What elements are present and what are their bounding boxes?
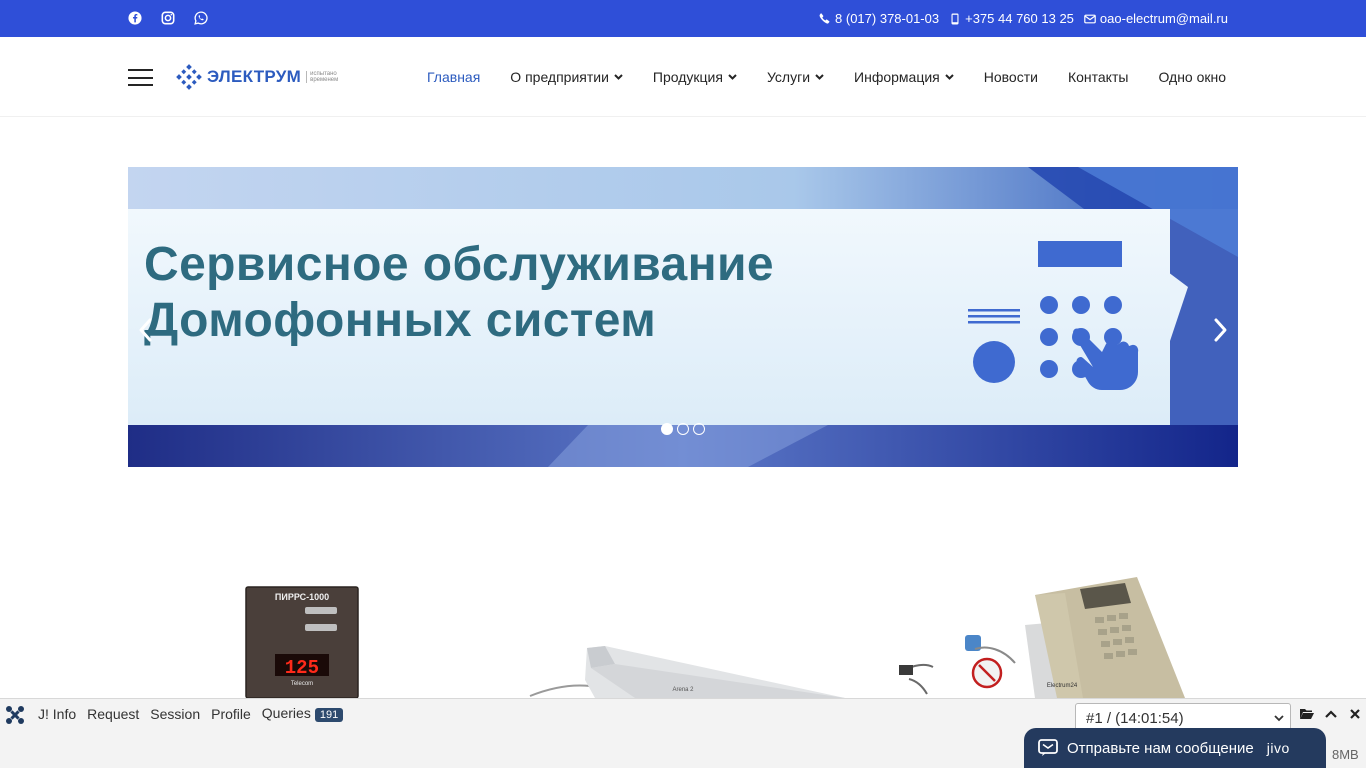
slide-title-line1: Сервисное обслуживание bbox=[144, 238, 775, 291]
device1-label: ПИРРС-1000 bbox=[275, 592, 329, 602]
chat-message-icon bbox=[1038, 739, 1058, 756]
email-contact[interactable]: oao-electrum@mail.ru bbox=[1084, 11, 1228, 26]
hamburger-menu-button[interactable] bbox=[128, 69, 153, 86]
nav-item-0[interactable]: Главная bbox=[427, 69, 480, 85]
main-nav: Главная О предприятии Продукция Услуги Инфор… bbox=[427, 69, 1226, 85]
nav-item-5[interactable]: Новости bbox=[984, 69, 1038, 85]
mobile-number: +375 44 760 13 25 bbox=[965, 11, 1074, 26]
device1-display: 125 bbox=[285, 657, 319, 679]
chevron-up-icon[interactable] bbox=[1323, 706, 1339, 722]
chevron-down-icon bbox=[815, 74, 824, 80]
debug-tab-session[interactable]: Session bbox=[150, 706, 200, 722]
logo-mark-icon bbox=[176, 64, 202, 90]
slide-title-line2: Домофонных систем bbox=[144, 294, 657, 347]
nav-item-4[interactable]: Информация bbox=[854, 69, 954, 85]
nav-item-7[interactable]: Одно окно bbox=[1158, 69, 1226, 85]
phone-icon bbox=[819, 12, 830, 24]
debug-tabs: J! Info Request Session Profile Queries 1… bbox=[38, 705, 344, 722]
debug-tab-profile[interactable]: Profile bbox=[211, 706, 251, 722]
chat-widget-button[interactable]: Отправьте нам сообщение jivo bbox=[1024, 728, 1326, 768]
chat-widget-label: Отправьте нам сообщение bbox=[1067, 739, 1254, 757]
pirrs-1000-device-image[interactable]: ПИРРС-1000 125 Telecom bbox=[245, 586, 359, 698]
debug-tab-queries-label: Queries bbox=[261, 705, 311, 721]
folder-open-icon[interactable] bbox=[1299, 706, 1315, 722]
device1-brand: Telecom bbox=[291, 681, 313, 687]
mobile-icon bbox=[951, 13, 959, 24]
top-bar: 8 (017) 378-01-03 +375 44 760 13 25 oao-… bbox=[0, 0, 1366, 37]
facebook-icon[interactable] bbox=[127, 10, 143, 26]
chevron-down-icon bbox=[1274, 715, 1284, 722]
slide-title: Сервисное обслуживание Домофонных систем bbox=[144, 237, 774, 349]
email-address: oao-electrum@mail.ru bbox=[1099, 11, 1228, 26]
nav-item-label: Информация bbox=[854, 69, 940, 85]
whatsapp-icon[interactable] bbox=[193, 10, 209, 26]
site-logo[interactable]: ЭЛЕКТРУМ испытано временем bbox=[176, 64, 346, 90]
close-icon[interactable] bbox=[1347, 706, 1363, 722]
device2-label: Arena 2 bbox=[672, 687, 694, 693]
device3-label: Electrum24 bbox=[1047, 683, 1078, 689]
debug-tab-info[interactable]: J! Info bbox=[38, 706, 76, 722]
phone-contact[interactable]: 8 (017) 378-01-03 bbox=[819, 11, 939, 26]
nav-item-label: Одно окно bbox=[1158, 69, 1227, 85]
debug-tab-request[interactable]: Request bbox=[87, 706, 139, 722]
request-select-value: #1 / (14:01:54) bbox=[1086, 710, 1184, 727]
nav-item-3[interactable]: Услуги bbox=[767, 69, 824, 85]
hero-slider: Сервисное обслуживание Домофонных систем bbox=[128, 167, 1238, 467]
slider-pagination bbox=[661, 423, 705, 435]
joomla-icon[interactable] bbox=[5, 705, 25, 725]
nav-item-2[interactable]: Продукция bbox=[653, 69, 737, 85]
chevron-down-icon bbox=[728, 74, 737, 80]
nav-item-label: Услуги bbox=[766, 69, 811, 85]
slider-prev-arrow-icon[interactable] bbox=[136, 317, 156, 343]
chevron-down-icon bbox=[614, 74, 623, 80]
slider-dot-3[interactable] bbox=[693, 423, 705, 435]
chevron-down-icon bbox=[945, 74, 954, 80]
memory-usage: 8MB bbox=[1332, 747, 1359, 762]
nav-item-label: Новости bbox=[983, 69, 1038, 85]
slider-dot-1[interactable] bbox=[661, 423, 673, 435]
envelope-icon bbox=[1084, 14, 1096, 23]
nav-item-label: Продукция bbox=[652, 69, 723, 85]
debug-tab-queries[interactable]: Queries 191 bbox=[261, 705, 344, 722]
slider-next-arrow-icon[interactable] bbox=[1210, 317, 1230, 343]
nav-item-label: Главная bbox=[427, 69, 481, 85]
phone-number: 8 (017) 378-01-03 bbox=[835, 11, 940, 26]
nav-item-label: Контакты bbox=[1067, 69, 1129, 85]
electrum24-phone-image[interactable]: Electrum24 bbox=[895, 575, 1185, 698]
instagram-icon[interactable] bbox=[160, 10, 176, 26]
logo-tagline: испытано временем bbox=[306, 71, 346, 83]
jivo-brand: jivo bbox=[1266, 740, 1290, 756]
slider-dot-2[interactable] bbox=[677, 423, 689, 435]
nav-item-6[interactable]: Контакты bbox=[1068, 69, 1128, 85]
site-header: ЭЛЕКТРУМ испытано временем Главная О пред… bbox=[0, 37, 1366, 117]
logo-text: ЭЛЕКТРУМ bbox=[207, 67, 302, 86]
queries-count-badge: 191 bbox=[314, 708, 344, 722]
nav-item-1[interactable]: О предприятии bbox=[510, 69, 623, 85]
arena-2-device-image[interactable]: Arena 2 bbox=[525, 640, 845, 698]
mobile-contact[interactable]: +375 44 760 13 25 bbox=[949, 11, 1074, 26]
nav-item-label: О предприятии bbox=[510, 69, 609, 85]
